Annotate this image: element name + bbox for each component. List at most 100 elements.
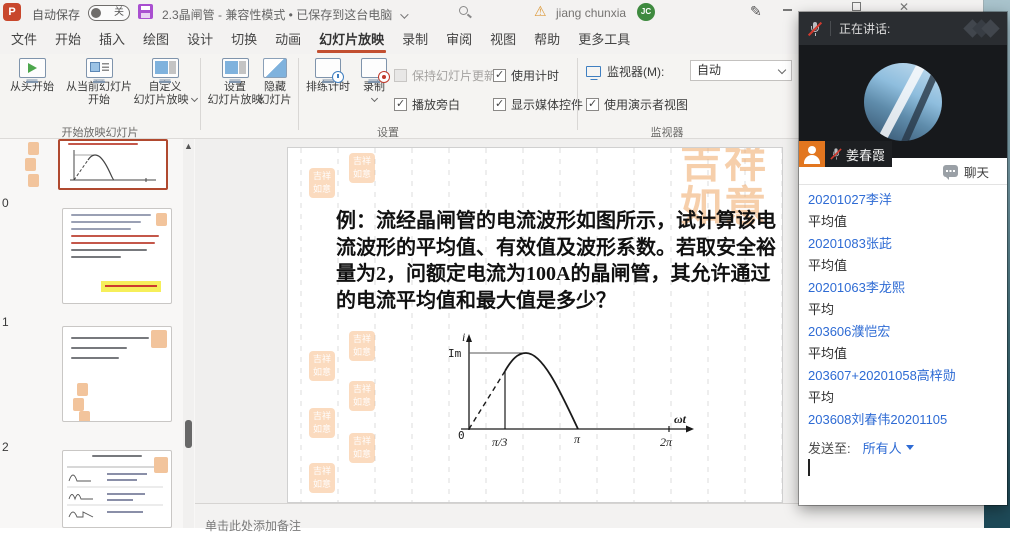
tab-more-tools[interactable]: 更多工具	[569, 26, 639, 54]
setup-show-screen-icon	[222, 58, 249, 78]
participant-icon	[799, 141, 825, 167]
tab-draw[interactable]: 绘图	[134, 26, 178, 54]
play-screen-icon	[19, 58, 46, 78]
chevron-down-icon	[778, 66, 786, 74]
mic-muted-icon[interactable]	[808, 21, 822, 37]
checkbox-presenter-view[interactable]: 使用演示者视图	[586, 96, 688, 113]
group-divider	[577, 58, 578, 130]
maximize-button[interactable]	[852, 2, 861, 11]
decor-stamp	[28, 174, 39, 187]
record-button[interactable]: 录制	[356, 58, 392, 107]
decor-stamp	[28, 142, 39, 155]
thumbnail-slide-11[interactable]	[62, 326, 172, 422]
chat-tab-label[interactable]: 聊天	[964, 162, 989, 181]
decor-stamp: 吉祥如意	[349, 433, 375, 463]
chat-message-sender: 20201063李龙熙	[808, 277, 998, 299]
figure-x-tick-pi: π	[574, 432, 581, 446]
from-beginning-button[interactable]: 从头开始	[6, 58, 58, 94]
notes-placeholder: 单击此处添加备注	[205, 517, 301, 534]
warning-icon[interactable]: ⚠	[534, 3, 547, 20]
monitor-label: 监视器(M):	[607, 63, 664, 80]
checkbox-keep-slides-updated[interactable]: 保持幻灯片更新	[394, 67, 496, 84]
custom-slideshow-button[interactable]: 自定义 幻灯片放映	[132, 58, 198, 107]
thumbnail-mini-chart	[60, 145, 164, 187]
autosave-toggle[interactable]: 关	[88, 5, 130, 21]
monitor-dropdown[interactable]: 自动	[690, 60, 792, 81]
thumbnail-slide-12[interactable]	[62, 450, 172, 528]
tab-slideshow[interactable]: 幻灯片放映	[310, 26, 393, 54]
slide-canvas[interactable]: 吉祥 如意 吉祥如意 吉祥如意 吉祥如意 吉祥如意 吉祥如意 吉祥如意 吉祥如意…	[287, 147, 783, 503]
tab-design[interactable]: 设计	[178, 26, 222, 54]
thumbnail-slide-10[interactable]	[62, 208, 172, 304]
minimize-button[interactable]	[783, 9, 792, 11]
rehearse-clock-icon	[315, 58, 341, 78]
tab-transitions[interactable]: 切换	[222, 26, 266, 54]
speaker-name-badge: 姜春霞	[799, 141, 892, 167]
meeting-logo-icon	[964, 20, 998, 38]
tab-record[interactable]: 录制	[393, 26, 437, 54]
chat-message-text: 平均值	[808, 255, 998, 277]
slide-number: 1	[2, 315, 9, 329]
from-current-slide-button[interactable]: 从当前幻灯片 开始	[58, 58, 140, 107]
document-title-text: 2.3晶闸管 - 兼容性模式 • 已保存到这台电脑	[162, 8, 392, 22]
decor-stamp	[73, 398, 84, 411]
chat-messages[interactable]: 20201027李洋 平均值 20201083张茈 平均值 20201063李龙…	[799, 185, 1007, 437]
highlighted-formula	[101, 281, 161, 292]
account-avatar[interactable]: JC	[637, 3, 655, 21]
speaker-name: 姜春霞	[846, 145, 885, 164]
tab-help[interactable]: 帮助	[525, 26, 569, 54]
slide-body-text[interactable]: 例：流经晶闸管的电流波形如图所示，试计算该电 流波形的平均值、有效值及波形系数。…	[336, 208, 776, 314]
group-label-start-slideshow: 开始放映幻灯片	[20, 124, 180, 140]
decor-stamp	[151, 330, 167, 348]
ribbon-tab-bar: 文件 开始 插入 绘图 设计 切换 动画 幻灯片放映 录制 审阅 视图 帮助 更…	[2, 26, 639, 54]
tab-view[interactable]: 视图	[481, 26, 525, 54]
chat-message: 20201027李洋 平均值	[808, 189, 998, 233]
slide-text-line: 例：流经晶闸管的电流波形如图所示，试计算该电	[336, 208, 776, 235]
account-name[interactable]: jiang chunxia	[556, 6, 626, 20]
speaking-label: 正在讲话:	[839, 20, 890, 37]
chat-bubble-icon	[943, 165, 958, 177]
slide-number: 2	[2, 440, 9, 454]
tab-animations[interactable]: 动画	[266, 26, 310, 54]
rehearse-timings-button[interactable]: 排练计时	[302, 58, 354, 94]
current-waveform-figure[interactable]: i Im 0 π/3 π 2π ωt	[446, 331, 706, 456]
chat-message: 203607+20201058高梓勋 平均	[808, 365, 998, 409]
hide-slide-label-line1: 隐藏	[254, 81, 296, 94]
checkbox-play-narrations[interactable]: 播放旁白	[394, 96, 460, 113]
media-controls-label: 显示媒体控件	[511, 96, 583, 113]
thumbnails-scrollbar[interactable]: ▲	[183, 139, 194, 528]
decor-stamp: 吉祥如意	[349, 331, 375, 361]
document-title[interactable]: 2.3晶闸管 - 兼容性模式 • 已保存到这台电脑	[162, 6, 406, 23]
chat-message-text: 平均值	[808, 343, 998, 365]
slide-text-line: 的电流平均值和最大值是多少？	[336, 288, 776, 315]
tab-review[interactable]: 审阅	[437, 26, 481, 54]
scroll-up-icon[interactable]: ▲	[184, 141, 193, 151]
slide-thumbnails-panel: 0 1 2	[0, 139, 195, 528]
search-icon[interactable]	[459, 6, 468, 15]
chat-input[interactable]	[799, 455, 1007, 505]
hide-slide-button[interactable]: 隐藏 幻灯片	[254, 58, 296, 107]
tab-file[interactable]: 文件	[2, 26, 46, 54]
thumbnail-current-slide[interactable]	[58, 139, 168, 190]
monitor-dropdown-value: 自动	[697, 63, 721, 77]
group-divider	[298, 58, 299, 130]
figure-peak-label: Im	[448, 347, 462, 360]
hide-slide-label-line2: 幻灯片	[254, 94, 296, 107]
decor-stamp	[77, 383, 88, 396]
group-label-setup: 设置	[318, 124, 458, 140]
slide-text-line: 流波形的平均值、有效值及波形系数。若取安全裕	[336, 235, 776, 262]
chat-message-text: 平均值	[808, 211, 998, 233]
group-label-monitors: 监视器	[597, 124, 737, 140]
checkbox-use-timings[interactable]: 使用计时	[493, 67, 559, 84]
checkbox-show-media-controls[interactable]: 显示媒体控件	[493, 96, 583, 113]
notes-area[interactable]: 单击此处添加备注	[195, 503, 984, 528]
pen-mode-icon[interactable]: ✎	[750, 3, 762, 20]
save-icon[interactable]	[138, 4, 153, 19]
tab-insert[interactable]: 插入	[90, 26, 134, 54]
checkbox-icon	[394, 98, 407, 111]
tab-home[interactable]: 开始	[46, 26, 90, 54]
scrollbar-thumb[interactable]	[185, 420, 192, 448]
presenter-view-label: 使用演示者视图	[604, 96, 688, 113]
chat-message-sender: 203606濮恺宏	[808, 321, 998, 343]
mic-muted-icon	[830, 148, 841, 161]
